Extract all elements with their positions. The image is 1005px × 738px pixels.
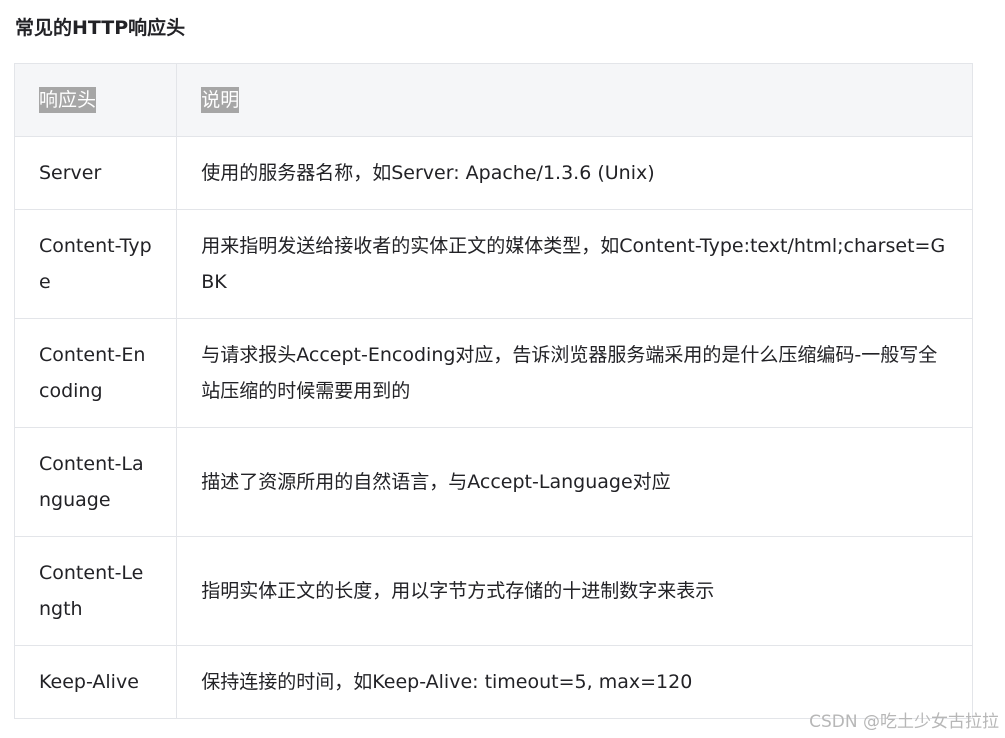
table-row: Content-Encoding 与请求报头Accept-Encoding对应，…: [13, 318, 973, 428]
header-name-cell: Content-Language: [13, 427, 178, 537]
header-label-name: 响应头: [39, 87, 97, 113]
table-row: Content-Type 用来指明发送给接收者的实体正文的媒体类型，如Conte…: [13, 209, 973, 319]
header-desc-cell: 与请求报头Accept-Encoding对应，告诉浏览器服务端采用的是什么压缩编…: [176, 318, 973, 428]
table-row: Content-Language 描述了资源所用的自然语言，与Accept-La…: [13, 427, 973, 537]
header-label-desc: 说明: [201, 87, 240, 113]
header-name-cell: Content-Type: [13, 209, 178, 319]
header-cell-desc: 说明: [176, 63, 973, 137]
http-response-headers-table: 响应头 说明 Server 使用的服务器名称，如Server: Apache/1…: [13, 63, 973, 719]
watermark: CSDN @吃土少女古拉拉: [809, 712, 999, 732]
header-desc-cell: 使用的服务器名称，如Server: Apache/1.3.6 (Unix): [176, 136, 973, 210]
header-name-cell: Content-Encoding: [13, 318, 178, 428]
table-row: Content-Length 指明实体正文的长度，用以字节方式存储的十进制数字来…: [13, 536, 973, 646]
header-desc-cell: 用来指明发送给接收者的实体正文的媒体类型，如Content-Type:text/…: [176, 209, 973, 319]
header-name-cell: Keep-Alive: [13, 645, 178, 719]
table-header-row: 响应头 说明: [13, 63, 973, 137]
header-desc-cell: 指明实体正文的长度，用以字节方式存储的十进制数字来表示: [176, 536, 973, 646]
header-desc-cell: 描述了资源所用的自然语言，与Accept-Language对应: [176, 427, 973, 537]
header-cell-name: 响应头: [13, 63, 178, 137]
table-row: Server 使用的服务器名称，如Server: Apache/1.3.6 (U…: [13, 136, 973, 210]
header-name-cell: Server: [13, 136, 178, 210]
header-name-cell: Content-Length: [13, 536, 178, 646]
section-title: 常见的HTTP响应头: [15, 17, 186, 39]
